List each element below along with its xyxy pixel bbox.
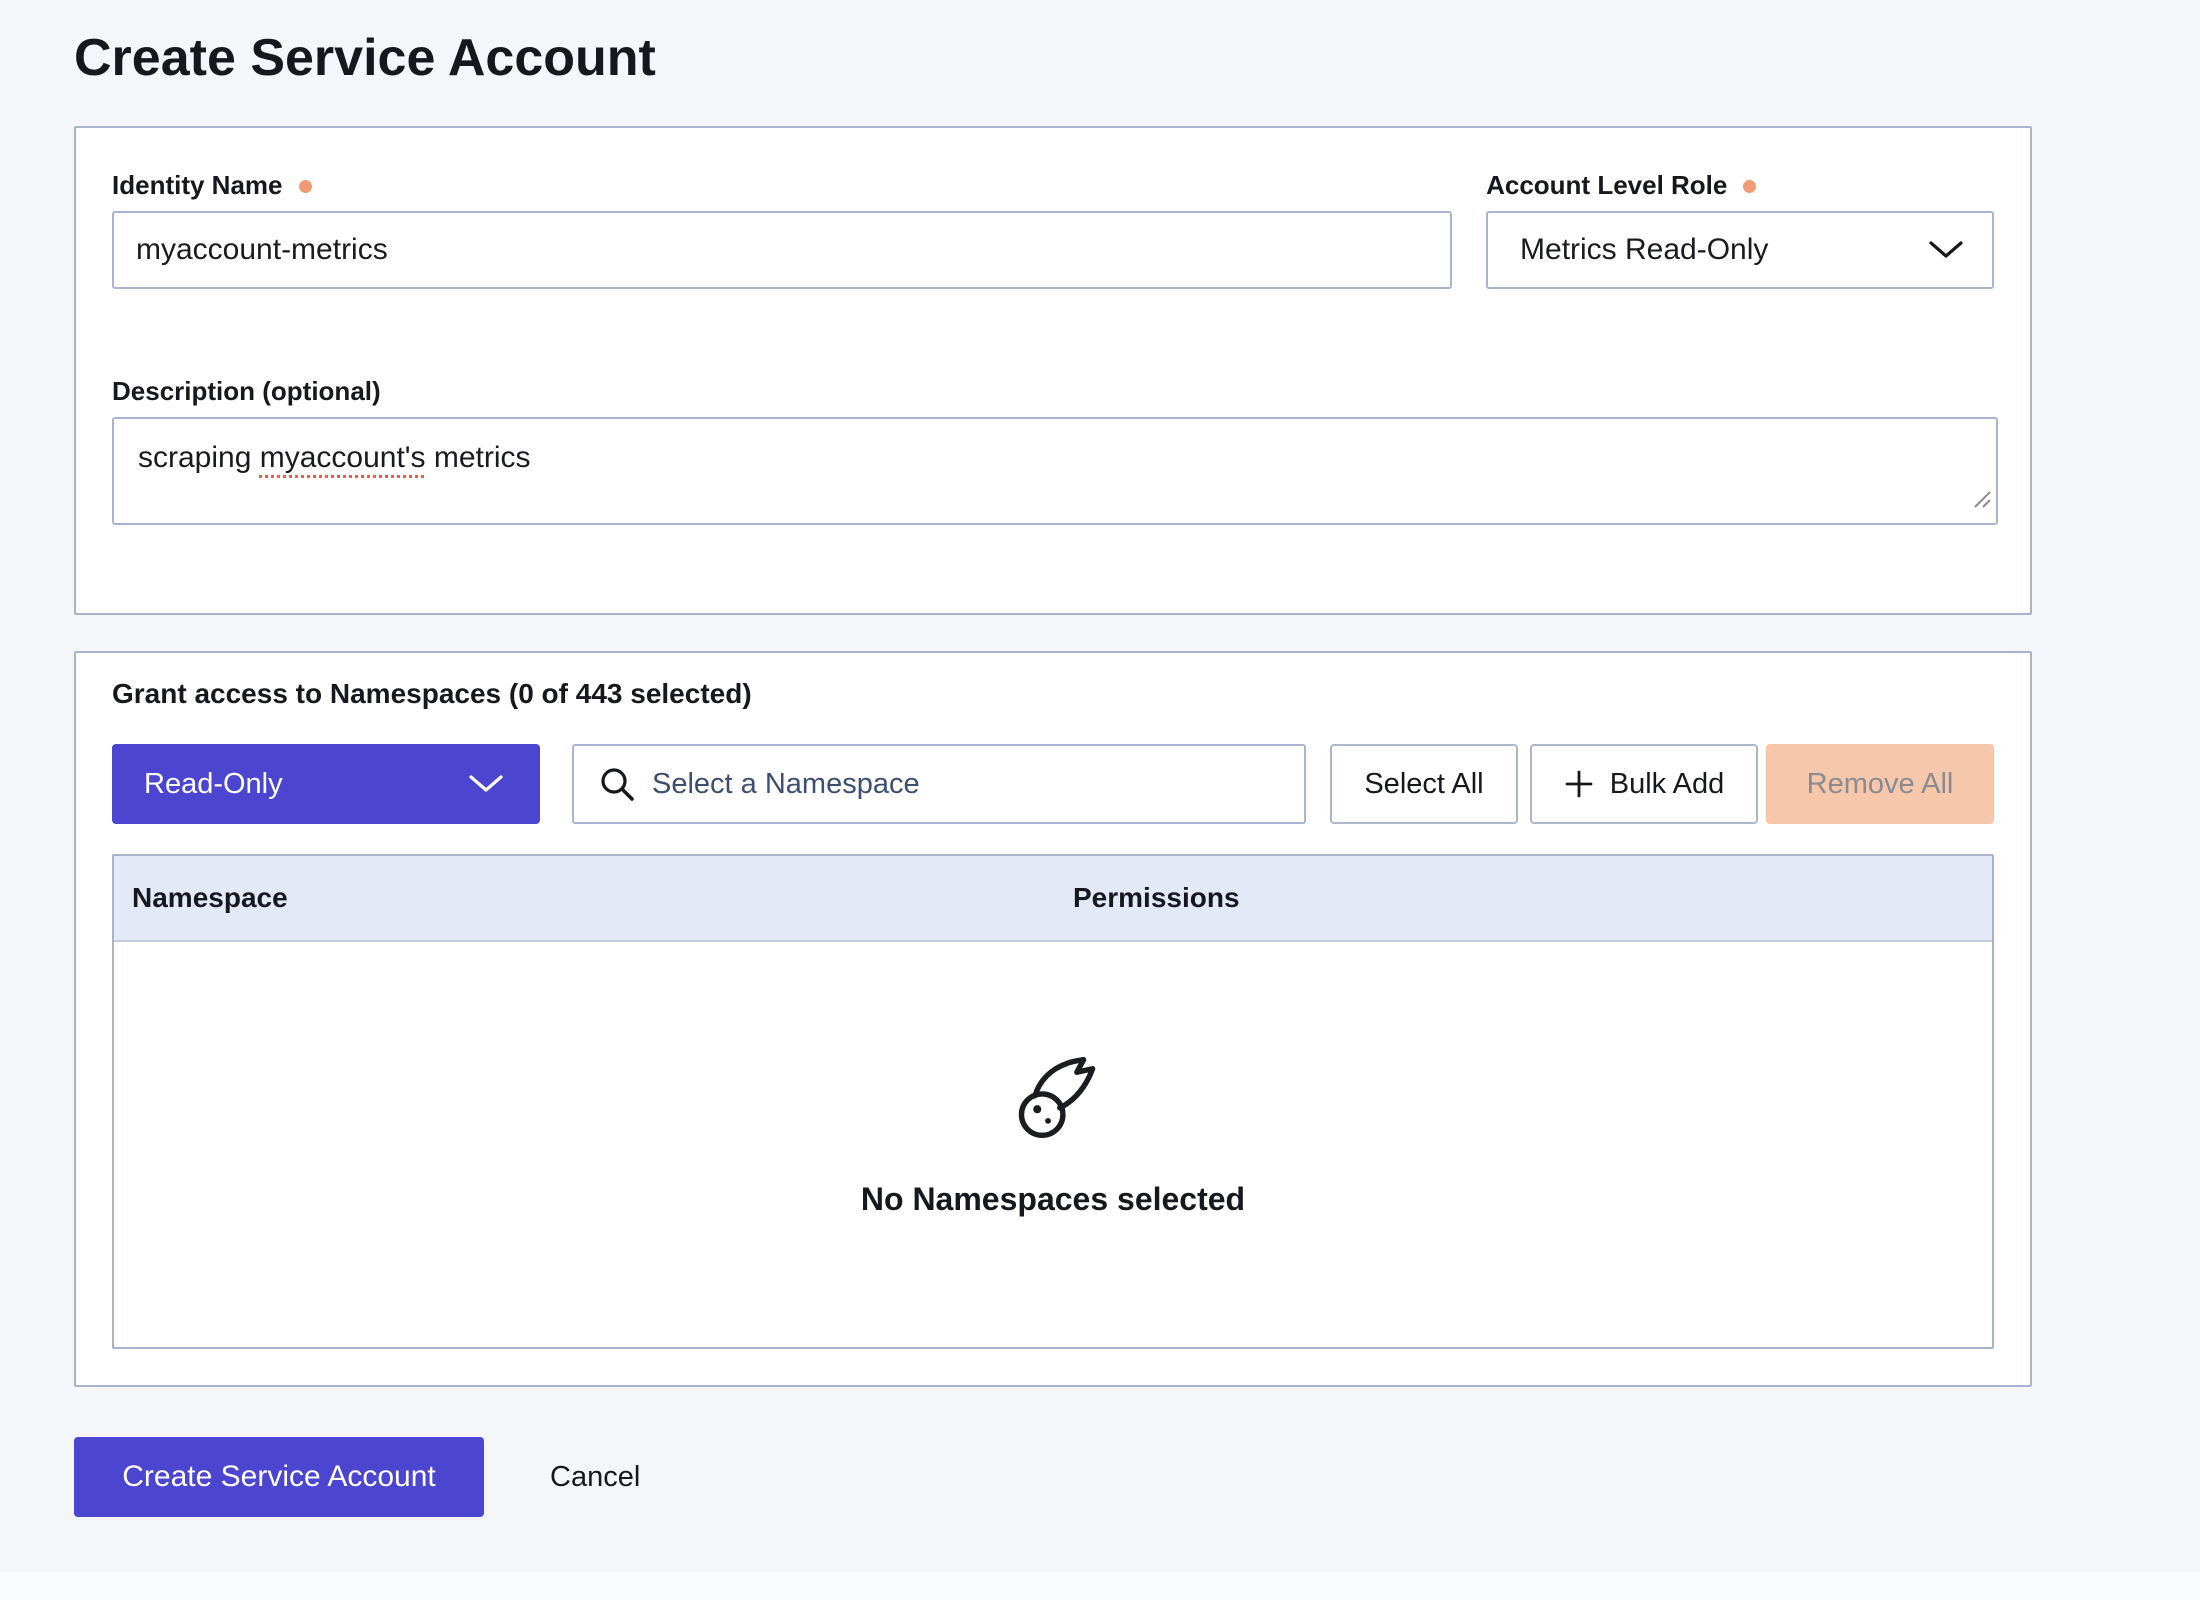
comet-icon xyxy=(1008,1057,1098,1147)
bottom-strip xyxy=(0,1572,2200,1600)
namespaces-table-header: Namespace Permissions xyxy=(114,856,1992,942)
bulk-add-button[interactable]: Bulk Add xyxy=(1530,744,1758,824)
namespaces-table: Namespace Permissions No Namespaces sele… xyxy=(112,854,1994,1349)
namespace-controls-row: Read-Only Select All xyxy=(112,744,1994,824)
identity-name-label: Identity Name xyxy=(112,168,283,202)
account-level-role-select[interactable]: Metrics Read-Only xyxy=(1486,211,1994,289)
chevron-down-icon xyxy=(1928,240,1964,260)
permission-role-value: Read-Only xyxy=(144,768,283,801)
footer-actions: Create Service Account Cancel xyxy=(74,1437,2032,1517)
account-level-role-value: Metrics Read-Only xyxy=(1520,233,1928,267)
empty-state: No Namespaces selected xyxy=(861,1057,1245,1232)
description-text-misspelled: myaccount's xyxy=(260,441,426,474)
empty-state-message: No Namespaces selected xyxy=(861,1181,1245,1218)
namespace-search[interactable] xyxy=(572,744,1306,824)
namespace-search-input[interactable] xyxy=(652,768,1284,801)
column-header-namespace: Namespace xyxy=(114,882,1055,914)
select-all-button[interactable]: Select All xyxy=(1330,744,1518,824)
namespaces-card: Grant access to Namespaces (0 of 443 sel… xyxy=(74,651,2032,1387)
description-text-after: metrics xyxy=(426,441,531,474)
remove-all-button[interactable]: Remove All xyxy=(1766,744,1994,824)
account-level-role-label: Account Level Role xyxy=(1486,168,1727,202)
search-icon xyxy=(598,765,636,803)
required-indicator xyxy=(1743,180,1756,193)
identity-details-card: Identity Name Account Level Role Metrics… xyxy=(74,126,2032,615)
permission-role-dropdown[interactable]: Read-Only xyxy=(112,744,540,824)
namespaces-heading: Grant access to Namespaces (0 of 443 sel… xyxy=(112,677,1994,711)
identity-name-label-row: Identity Name xyxy=(112,168,1452,202)
description-textarea[interactable]: scraping myaccount's metrics xyxy=(112,417,1998,525)
column-header-permissions: Permissions xyxy=(1055,882,1992,914)
resize-handle-icon[interactable] xyxy=(1967,482,1993,520)
identity-name-input[interactable] xyxy=(112,211,1452,289)
namespaces-table-body: No Namespaces selected xyxy=(114,942,1992,1347)
cancel-button[interactable]: Cancel xyxy=(550,1461,640,1494)
create-service-account-button[interactable]: Create Service Account xyxy=(74,1437,484,1517)
plus-icon xyxy=(1564,769,1594,799)
page-title: Create Service Account xyxy=(74,26,2032,90)
description-text-before: scraping xyxy=(138,441,260,474)
description-label: Description (optional) xyxy=(112,374,1994,408)
chevron-down-icon xyxy=(468,774,504,794)
required-indicator xyxy=(299,180,312,193)
create-service-account-page: Create Service Account Identity Name Acc… xyxy=(0,0,2032,1517)
account-level-role-label-row: Account Level Role xyxy=(1486,168,1994,202)
